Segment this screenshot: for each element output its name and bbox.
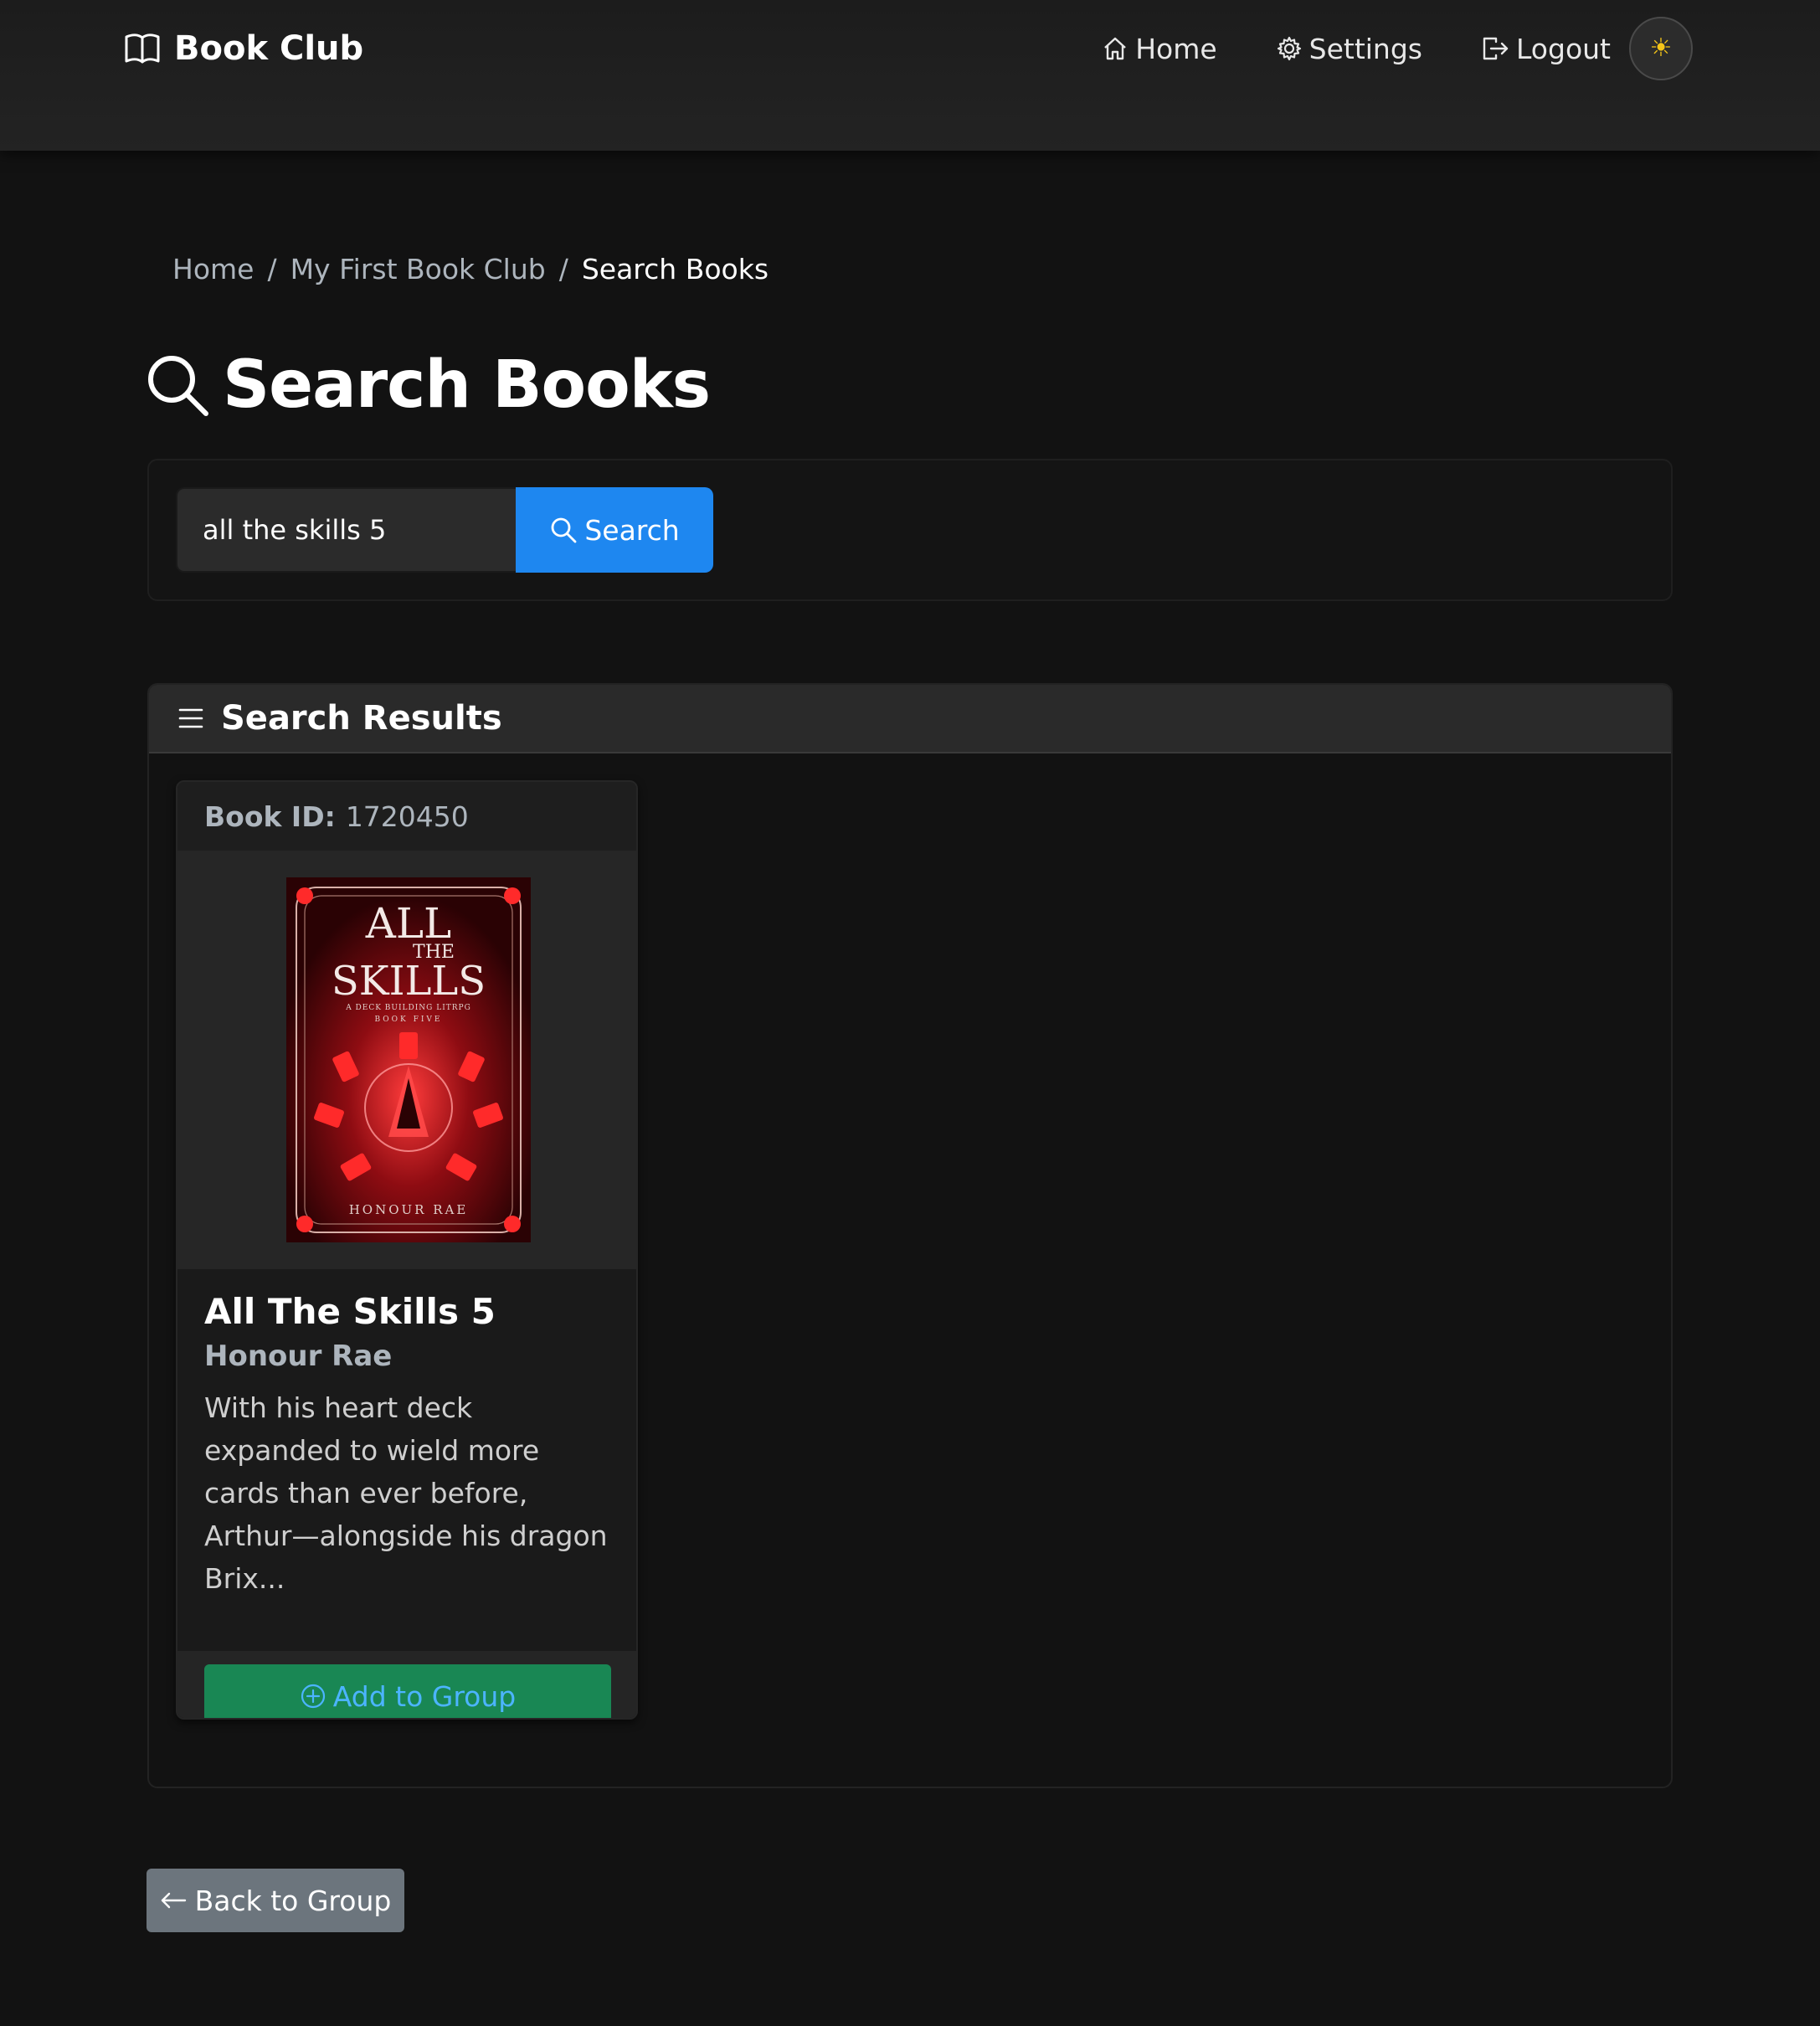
nav-logout-label: Logout <box>1516 32 1611 65</box>
nav-settings-label: Settings <box>1308 32 1422 65</box>
breadcrumb-separator: / <box>267 253 277 285</box>
breadcrumb-current: Search Books <box>581 253 769 285</box>
breadcrumb-separator: / <box>558 253 568 285</box>
book-author: Honour Rae <box>204 1340 393 1373</box>
book-card-footer: Add to Group <box>177 1651 636 1718</box>
nav-links: Home Settings Logout <box>1102 25 1611 72</box>
cover-title-line3: SKILLS <box>332 958 486 1005</box>
book-card: Book ID: 1720450 ALL THE SKILLS A DECK B… <box>176 780 638 1720</box>
book-id-value: 1720450 <box>345 800 469 833</box>
back-to-group-button[interactable]: Back to Group <box>147 1869 404 1932</box>
results-title: Search Results <box>221 699 502 738</box>
add-to-group-label: Add to Group <box>332 1679 517 1713</box>
add-to-group-button[interactable]: Add to Group <box>204 1664 611 1718</box>
gear-icon <box>1276 35 1303 62</box>
brand[interactable]: Book Club <box>124 25 363 72</box>
theme-toggle-button[interactable]: ☀ <box>1629 17 1693 80</box>
search-icon <box>144 352 211 419</box>
list-icon <box>177 707 204 730</box>
cover-tagline1: A DECK BUILDING LITRPG <box>345 1004 471 1012</box>
nav-home-link[interactable]: Home <box>1102 32 1217 65</box>
book-body: All The Skills 5 Honour Rae With his hea… <box>204 1289 614 1600</box>
arrow-left-icon <box>160 1890 187 1910</box>
page-title-row: Search Books <box>144 343 711 427</box>
book-description: With his heart deck expanded to wield mo… <box>204 1391 608 1595</box>
cover-tagline2: BOOK FIVE <box>375 1016 443 1024</box>
book-cover-image: ALL THE SKILLS A DECK BUILDING LITRPG BO… <box>286 877 531 1242</box>
search-button-label: Search <box>584 513 680 547</box>
search-card: Search <box>147 459 1673 601</box>
brand-title: Book Club <box>174 29 364 68</box>
nav-home-label: Home <box>1135 32 1217 65</box>
breadcrumb-home[interactable]: Home <box>172 253 254 285</box>
book-id-label: Book ID: <box>204 800 336 833</box>
results-header: Search Results <box>149 685 1671 753</box>
book-title: All The Skills 5 <box>204 1291 496 1332</box>
sun-icon: ☀ <box>1649 33 1673 63</box>
navbar: Book Club Home Settings Logout ☀ <box>0 0 1820 151</box>
logout-icon <box>1481 35 1509 62</box>
cover-title-line1: ALL <box>365 899 452 948</box>
search-button[interactable]: Search <box>516 487 713 573</box>
search-results-card: Search Results Book ID: 1720450 ALL THE … <box>147 683 1673 1788</box>
cover-author: HONOUR RAE <box>349 1202 469 1217</box>
book-id-row: Book ID: 1720450 <box>177 782 636 851</box>
house-icon <box>1102 35 1129 62</box>
back-to-group-label: Back to Group <box>194 1884 392 1917</box>
plus-circle-icon <box>300 1683 326 1710</box>
book-open-icon <box>124 32 161 65</box>
breadcrumb-club[interactable]: My First Book Club <box>290 253 546 285</box>
search-icon <box>549 516 578 544</box>
nav-settings-link[interactable]: Settings <box>1276 33 1422 65</box>
nav-logout-link[interactable]: Logout <box>1481 33 1611 65</box>
page-title: Search Books <box>223 347 711 423</box>
breadcrumb: Home / My First Book Club / Search Books <box>172 253 769 285</box>
search-input[interactable] <box>176 487 516 573</box>
book-cover-area: ALL THE SKILLS A DECK BUILDING LITRPG BO… <box>177 851 636 1269</box>
